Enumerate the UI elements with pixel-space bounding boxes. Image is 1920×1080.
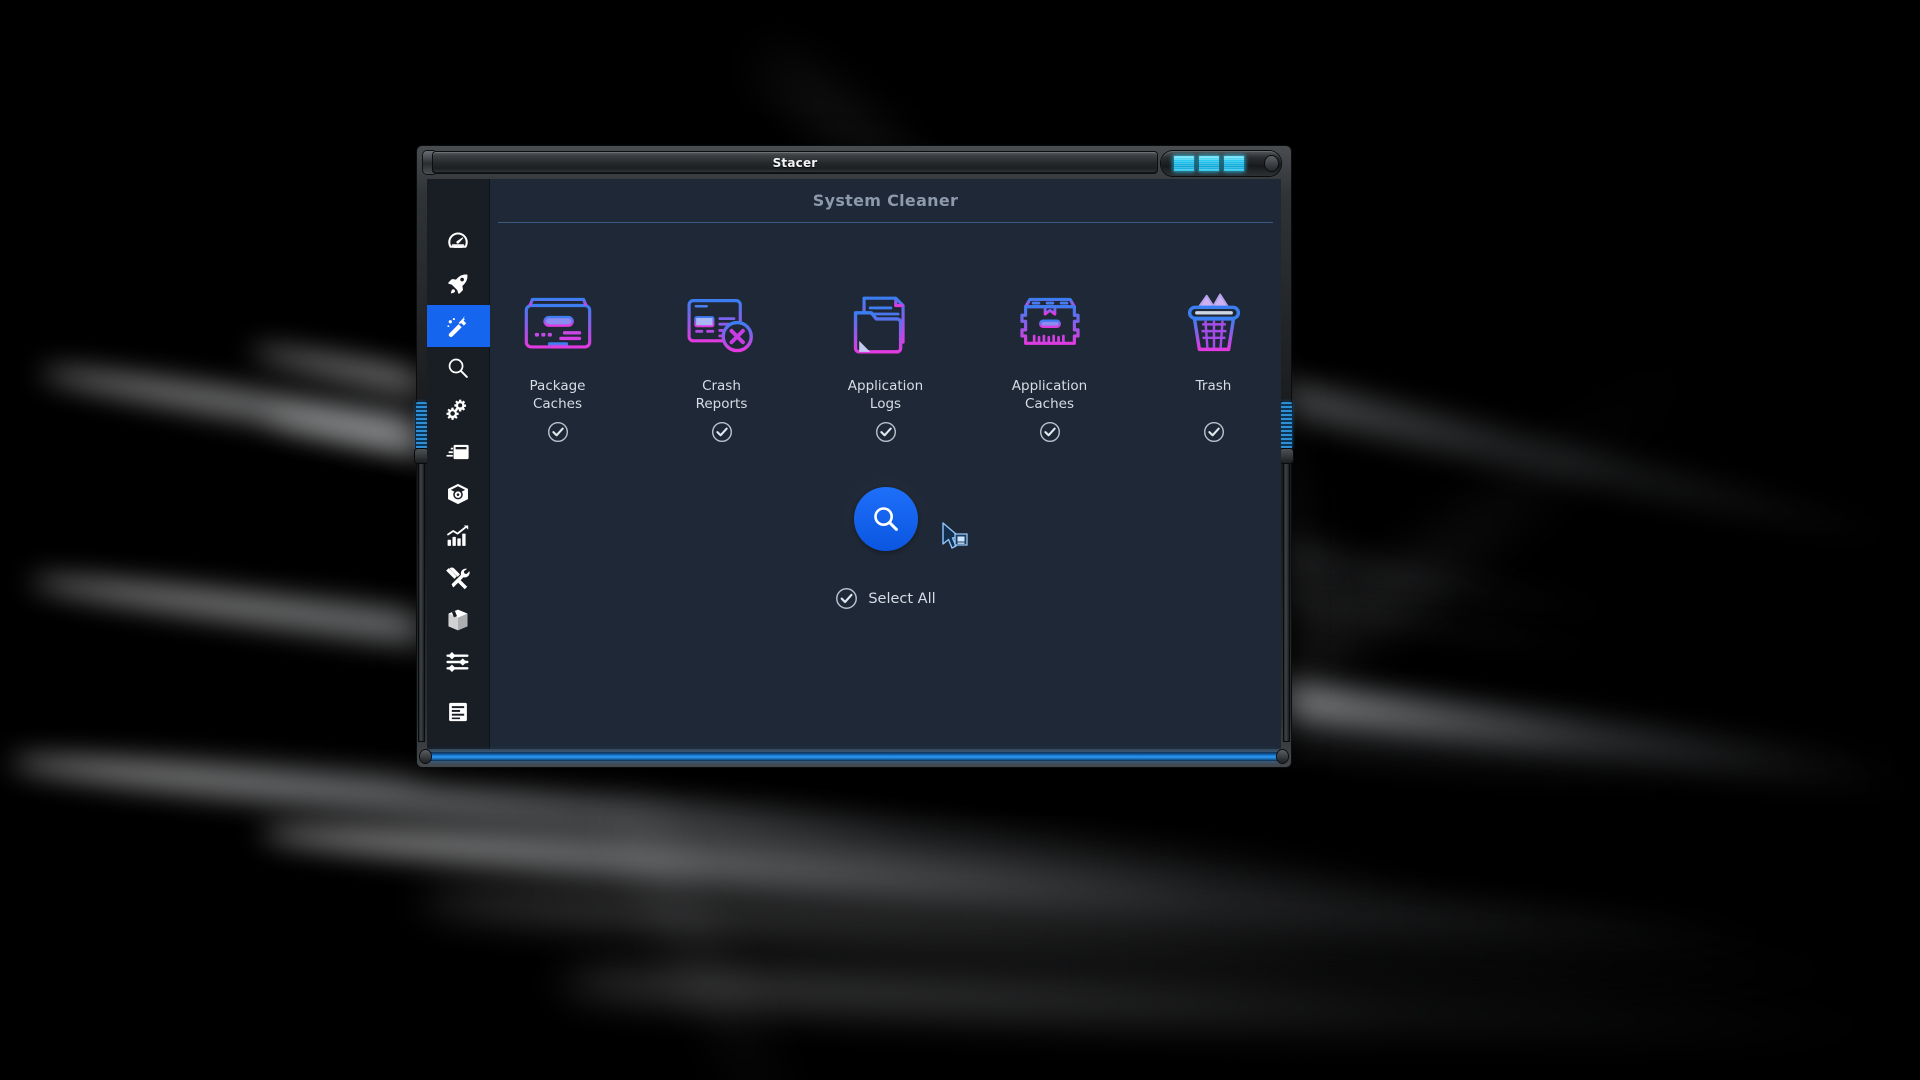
- stacer-window: Stacer: [417, 146, 1291, 767]
- wallpaper-streak: [1231, 321, 1738, 726]
- sidebar-item-tools[interactable]: [427, 557, 490, 599]
- cleaner-category-row: Package Caches: [506, 283, 1266, 443]
- sidebar-item-services[interactable]: [427, 389, 490, 431]
- category-package-caches[interactable]: Package Caches: [506, 283, 610, 443]
- right-grip-knob: [1280, 449, 1293, 463]
- sidebar-item-search[interactable]: [427, 347, 490, 389]
- select-all-checkbox[interactable]: [835, 587, 858, 610]
- category-label: Trash: [1196, 377, 1232, 413]
- category-label: Application Logs: [848, 377, 923, 413]
- sidebar-item-system-cleaner[interactable]: [427, 305, 490, 347]
- app-content: System Cleaner: [427, 179, 1281, 749]
- right-frame-rod: [1284, 464, 1289, 741]
- minimize-button[interactable]: [1173, 155, 1195, 172]
- page-title: System Cleaner: [813, 191, 958, 210]
- document-icon: [445, 699, 471, 725]
- broom-icon: [445, 313, 471, 339]
- magnifier-icon: [445, 355, 471, 381]
- category-label: Package Caches: [530, 377, 586, 413]
- select-all-control[interactable]: Select All: [835, 587, 935, 610]
- main-panel: System Cleaner: [490, 179, 1281, 749]
- trash-icon: [1175, 283, 1253, 367]
- category-label: Crash Reports: [696, 377, 748, 413]
- bar-chart-icon: [445, 523, 471, 549]
- category-application-caches[interactable]: Application Caches: [998, 283, 1102, 443]
- select-all-label: Select All: [868, 591, 935, 607]
- gears-icon: [445, 397, 471, 423]
- category-checkbox[interactable]: [875, 421, 897, 443]
- category-checkbox[interactable]: [1203, 421, 1225, 443]
- title-bar[interactable]: Stacer: [421, 150, 1287, 176]
- rocket-icon: [445, 271, 471, 297]
- box-icon: [445, 607, 471, 633]
- sidebar-item-dashboard[interactable]: [427, 221, 490, 263]
- application-logs-icon: [847, 283, 925, 367]
- category-label: Application Caches: [1012, 377, 1087, 413]
- packages-icon: [445, 439, 471, 465]
- left-frame-rod: [419, 464, 424, 741]
- package-caches-icon: [519, 283, 597, 367]
- window-controls: [1161, 151, 1281, 176]
- window-controls-knob: [1265, 156, 1278, 171]
- processes-icon: [445, 481, 471, 507]
- crash-reports-icon: [683, 283, 761, 367]
- category-trash[interactable]: Trash: [1162, 283, 1266, 443]
- right-resize-grip[interactable]: [1281, 402, 1292, 449]
- category-checkbox[interactable]: [547, 421, 569, 443]
- sliders-icon: [445, 649, 471, 675]
- sidebar-item-processes[interactable]: [427, 473, 490, 515]
- maximize-button[interactable]: [1198, 155, 1220, 172]
- search-icon: [870, 503, 902, 535]
- application-caches-icon: [1011, 283, 1089, 367]
- page-header: System Cleaner: [498, 179, 1273, 223]
- bottom-rail-left-cap: [420, 750, 431, 763]
- tools-icon: [445, 565, 471, 591]
- bottom-rail-right-cap: [1277, 750, 1288, 763]
- scan-button[interactable]: [854, 487, 918, 551]
- cleaner-body: Package Caches: [490, 223, 1281, 749]
- sidebar-item-settings[interactable]: [427, 641, 490, 683]
- scan-button-halo: [844, 477, 928, 561]
- sidebar-item-packages[interactable]: [427, 431, 490, 473]
- sidebar-item-uninstaller[interactable]: [427, 599, 490, 641]
- left-resize-grip[interactable]: [416, 402, 427, 449]
- category-crash-reports[interactable]: Crash Reports: [670, 283, 774, 443]
- sidebar-item-resources[interactable]: [427, 515, 490, 557]
- window-title: Stacer: [773, 156, 818, 170]
- title-plate: Stacer: [433, 152, 1157, 173]
- category-checkbox[interactable]: [711, 421, 733, 443]
- window-bottom-rail: [427, 753, 1281, 760]
- dashboard-icon: [445, 229, 471, 255]
- category-checkbox[interactable]: [1039, 421, 1061, 443]
- category-application-logs[interactable]: Application Logs: [834, 283, 938, 443]
- close-button[interactable]: [1223, 155, 1245, 172]
- sidebar-item-startup-apps[interactable]: [427, 263, 490, 305]
- sidebar: [427, 179, 490, 749]
- sidebar-item-help[interactable]: [427, 691, 490, 733]
